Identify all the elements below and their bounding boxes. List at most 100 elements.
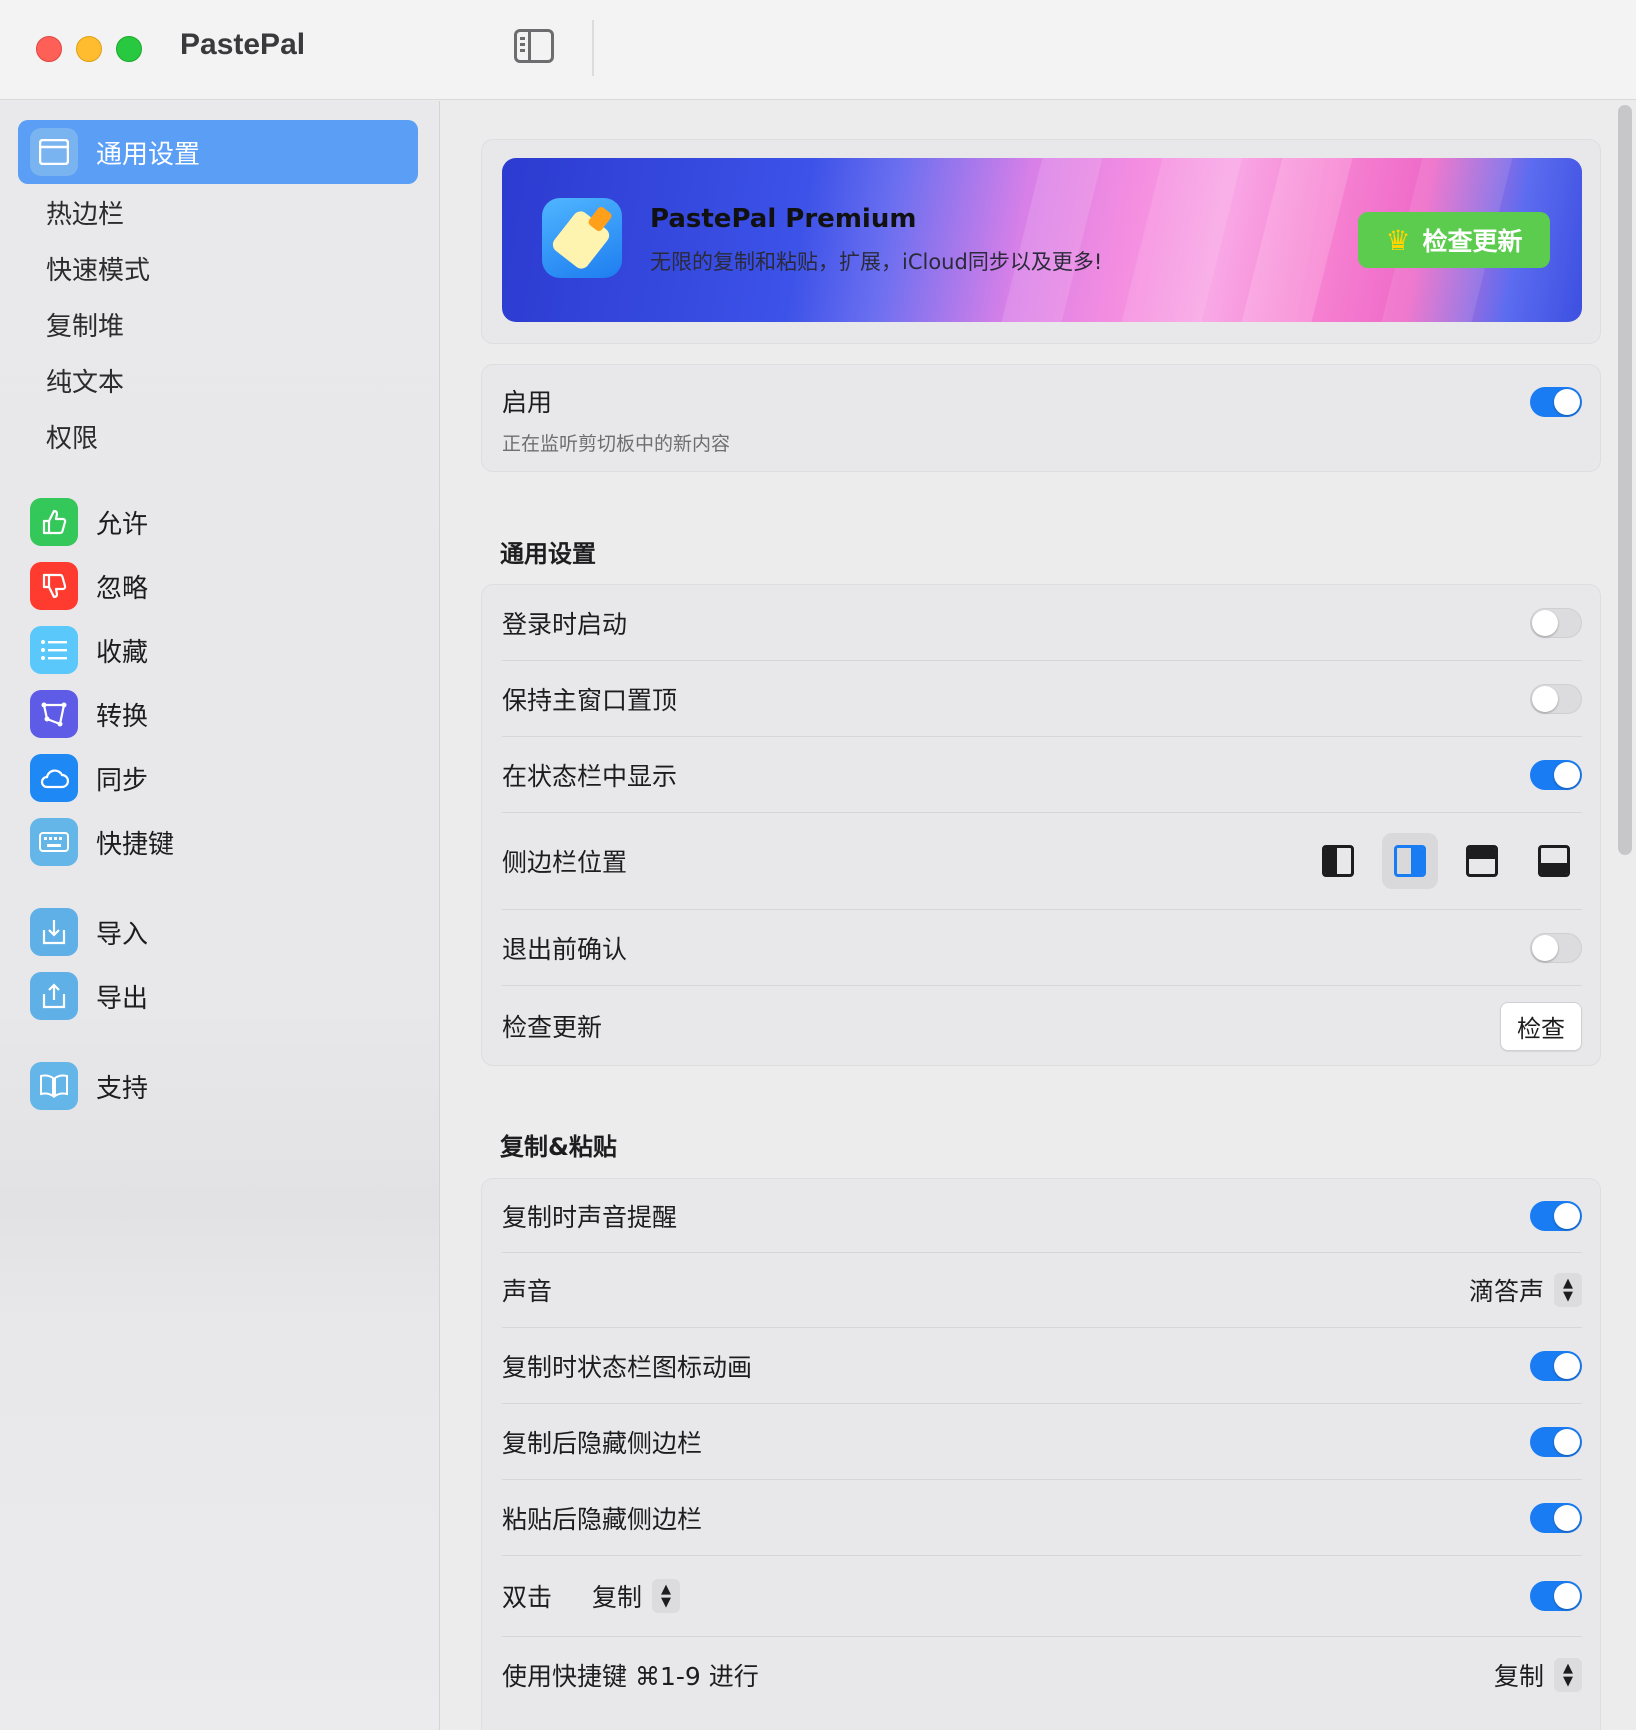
- sidebar-item-export[interactable]: 导出: [18, 964, 418, 1028]
- scrollbar-thumb[interactable]: [1618, 105, 1632, 855]
- chevron-up-down-icon: ▲ ▼: [1554, 1657, 1582, 1692]
- title-divider: [592, 20, 594, 76]
- animate-status-icon-label: 复制时状态栏图标动画: [502, 1352, 753, 1382]
- position-right-button[interactable]: [1382, 833, 1438, 889]
- settings-content[interactable]: PastePal Premium 无限的复制和粘贴，扩展，iCloud同步以及更…: [441, 101, 1636, 1730]
- double-click-value: 复制: [592, 1583, 643, 1612]
- premium-subtitle: 无限的复制和粘贴，扩展，iCloud同步以及更多!: [650, 250, 1103, 274]
- sidebar-position-selector: [1310, 833, 1582, 889]
- premium-card: PastePal Premium 无限的复制和粘贴，扩展，iCloud同步以及更…: [481, 139, 1601, 344]
- minimize-window-button[interactable]: [76, 36, 102, 62]
- premium-button-label: 检查更新: [1422, 227, 1523, 256]
- sidebar-item-quick-mode[interactable]: 快速模式: [18, 236, 418, 300]
- sidebar-position-row: 侧边栏位置: [502, 813, 1582, 909]
- double-click-popup[interactable]: 复制 ▲ ▼: [592, 1578, 681, 1614]
- show-in-status-bar-row: 在状态栏中显示: [502, 737, 1582, 812]
- cloud-icon: [30, 754, 78, 802]
- sidebar-item-label: 同步: [96, 765, 149, 796]
- premium-banner: PastePal Premium 无限的复制和粘贴，扩展，iCloud同步以及更…: [502, 158, 1582, 322]
- pastepal-app-icon: [542, 198, 622, 278]
- sidebar-item-label: 通用设置: [96, 139, 201, 170]
- thumbs-up-icon: [30, 498, 78, 546]
- keep-on-top-toggle[interactable]: [1530, 683, 1582, 714]
- sound-value: 滴答声: [1468, 1277, 1544, 1306]
- keep-on-top-label: 保持主窗口置顶: [502, 685, 678, 715]
- sound-on-copy-label: 复制时声音提醒: [502, 1202, 678, 1232]
- sidebar-item-sync[interactable]: 同步: [18, 746, 418, 810]
- confirm-quit-row: 退出前确认: [502, 910, 1582, 985]
- hide-after-paste-toggle[interactable]: [1530, 1502, 1582, 1533]
- show-in-status-bar-label: 在状态栏中显示: [502, 761, 678, 791]
- premium-check-update-button[interactable]: ♛ 检查更新: [1358, 212, 1550, 268]
- general-section-title: 通用设置: [500, 540, 596, 568]
- sidebar: 通用设置 热边栏 快速模式 复制堆 纯文本 权限 允许 忽略 收藏 转换 同步 …: [0, 101, 440, 1730]
- sound-on-copy-toggle[interactable]: [1530, 1200, 1582, 1231]
- sidebar-bottom-icon: [1538, 845, 1570, 877]
- sidebar-item-transform[interactable]: 转换: [18, 682, 418, 746]
- enable-row: 启用 正在监听剪切板中的新内容: [502, 383, 1582, 455]
- sidebar-item-label: 收藏: [96, 637, 149, 668]
- sidebar-item-ignore[interactable]: 忽略: [18, 554, 418, 618]
- sound-popup[interactable]: 滴答声 ▲ ▼: [1469, 1272, 1582, 1308]
- sound-on-copy-row: 复制时声音提醒: [502, 1179, 1582, 1252]
- launch-at-login-label: 登录时启动: [502, 609, 628, 639]
- sidebar-item-label: 支持: [96, 1073, 149, 1104]
- position-bottom-button[interactable]: [1526, 833, 1582, 889]
- sidebar-item-label: 权限: [46, 423, 99, 454]
- sidebar-item-label: 忽略: [96, 573, 149, 604]
- enable-toggle[interactable]: [1530, 387, 1582, 417]
- chevron-up-down-icon: ▲ ▼: [1554, 1273, 1582, 1307]
- sidebar-item-permissions[interactable]: 权限: [18, 404, 418, 468]
- shortcut-action-row: 使用快捷键 ⌘1-9 进行 复制 ▲ ▼: [502, 1637, 1582, 1712]
- sidebar-left-icon: [1322, 845, 1354, 877]
- position-left-button[interactable]: [1310, 833, 1366, 889]
- sidebar-item-shortcuts[interactable]: 快捷键: [18, 810, 418, 874]
- enable-label: 启用: [502, 388, 553, 417]
- window-icon: [30, 128, 78, 176]
- sidebar-item-hot-edge[interactable]: 热边栏: [18, 180, 418, 244]
- sidebar-item-allow[interactable]: 允许: [18, 490, 418, 554]
- hide-after-paste-label: 粘贴后隐藏侧边栏: [502, 1504, 703, 1534]
- shortcut-action-value: 复制: [1493, 1661, 1544, 1691]
- check-updates-button[interactable]: 检查: [1500, 1001, 1582, 1051]
- sidebar-item-label: 导入: [96, 919, 149, 950]
- animate-status-icon-toggle[interactable]: [1530, 1350, 1582, 1381]
- sidebar-item-import[interactable]: 导入: [18, 900, 418, 964]
- double-click-toggle[interactable]: [1530, 1581, 1582, 1611]
- general-card: 登录时启动 保持主窗口置顶 在状态栏中显示 侧边栏位置 退出前确认 检查更新 检…: [481, 584, 1601, 1066]
- sidebar-item-plain-text[interactable]: 纯文本: [18, 348, 418, 412]
- crown-icon: ♛: [1385, 223, 1411, 257]
- keyboard-icon: [30, 818, 78, 866]
- title-bar: PastePal: [0, 0, 1636, 100]
- confirm-quit-toggle[interactable]: [1530, 932, 1582, 963]
- hide-after-copy-row: 复制后隐藏侧边栏: [502, 1404, 1582, 1479]
- sidebar-item-label: 快速模式: [46, 255, 151, 286]
- chevron-up-down-icon: ▲ ▼: [652, 1579, 681, 1613]
- sidebar-item-copy-stack[interactable]: 复制堆: [18, 292, 418, 356]
- premium-title: PastePal Premium: [650, 204, 917, 234]
- hide-after-paste-row: 粘贴后隐藏侧边栏: [502, 1480, 1582, 1555]
- animate-status-icon-row: 复制时状态栏图标动画: [502, 1328, 1582, 1403]
- sidebar-item-general[interactable]: 通用设置: [18, 120, 418, 184]
- sound-label: 声音: [502, 1277, 553, 1306]
- close-window-button[interactable]: [36, 36, 62, 62]
- hide-after-copy-label: 复制后隐藏侧边栏: [502, 1428, 703, 1458]
- shortcut-action-popup[interactable]: 复制 ▲ ▼: [1494, 1657, 1582, 1693]
- sidebar-item-favorites[interactable]: 收藏: [18, 618, 418, 682]
- sidebar-top-icon: [1466, 845, 1498, 877]
- export-icon: [30, 972, 78, 1020]
- sidebar-position-label: 侧边栏位置: [502, 848, 628, 877]
- shortcut-action-label: 使用快捷键 ⌘1-9 进行: [502, 1661, 759, 1691]
- list-icon: [30, 626, 78, 674]
- zoom-window-button[interactable]: [116, 36, 142, 62]
- position-top-button[interactable]: [1454, 833, 1510, 889]
- double-click-row: 双击 复制 ▲ ▼: [502, 1556, 1582, 1636]
- sidebar-item-label: 转换: [96, 701, 149, 732]
- show-in-status-bar-toggle[interactable]: [1530, 759, 1582, 790]
- import-icon: [30, 908, 78, 956]
- sidebar-toggle-icon[interactable]: [514, 29, 554, 63]
- sidebar-right-icon: [1394, 845, 1426, 877]
- hide-after-copy-toggle[interactable]: [1530, 1426, 1582, 1457]
- sidebar-item-support[interactable]: 支持: [18, 1054, 418, 1118]
- launch-at-login-toggle[interactable]: [1530, 607, 1582, 638]
